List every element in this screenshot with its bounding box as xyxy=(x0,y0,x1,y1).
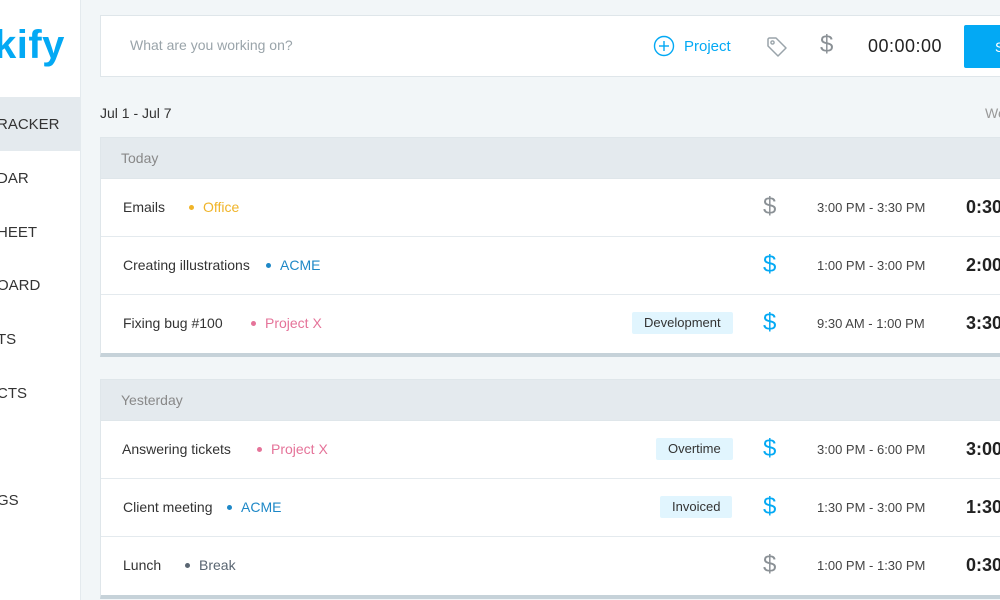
entry-time-range[interactable]: 9:30 AM - 1:00 PM xyxy=(817,316,925,331)
entry-description[interactable]: Emails xyxy=(123,199,165,215)
entry-description[interactable]: Answering tickets xyxy=(122,441,231,457)
entry-tag-badge[interactable]: Invoiced xyxy=(660,496,733,518)
time-entry-row[interactable]: Emails Office $ 3:00 PM - 3:30 PM 0:30 xyxy=(101,179,1000,237)
billable-toggle-icon[interactable]: $ xyxy=(820,31,833,59)
timer-bar: Project $ 00:00:00 S xyxy=(100,15,1000,77)
entry-project-label: ACME xyxy=(241,499,282,515)
week-range: Jul 1 - Jul 7 xyxy=(100,105,172,121)
time-entry-row[interactable]: Fixing bug #100 Project X Development $ … xyxy=(101,295,1000,353)
entry-duration[interactable]: 3:00 xyxy=(966,439,1000,460)
day-header: Yesterday xyxy=(101,380,1000,421)
entry-duration[interactable]: 2:00 xyxy=(966,255,1000,276)
timer-display: 00:00:00 xyxy=(868,36,943,56)
billable-dollar-icon[interactable]: $ xyxy=(763,309,776,337)
entry-project[interactable]: Office xyxy=(189,199,239,215)
tag-icon[interactable] xyxy=(765,35,789,64)
entry-project-label: Project X xyxy=(271,441,328,457)
project-picker-button[interactable]: Project xyxy=(653,35,731,57)
sidebar-item-label: DAR xyxy=(0,169,29,187)
entry-duration[interactable]: 0:30 xyxy=(966,555,1000,576)
sidebar: kify RACKER DAR HEET OARD TS CTS GS xyxy=(0,0,81,600)
sidebar-item-label: CTS xyxy=(0,384,27,402)
time-entry-row[interactable]: Answering tickets Project X Overtime $ 3… xyxy=(101,421,1000,479)
entry-project[interactable]: Project X xyxy=(257,441,328,457)
project-picker-label: Project xyxy=(684,37,731,55)
entry-description[interactable]: Client meeting xyxy=(123,499,213,515)
billable-dollar-icon[interactable]: $ xyxy=(763,251,776,279)
project-dot-icon xyxy=(257,446,262,452)
entry-project[interactable]: Project X xyxy=(251,315,322,331)
entry-project-label: Office xyxy=(203,199,240,215)
day-group-yesterday: Yesterday Answering tickets Project X Ov… xyxy=(100,379,1000,599)
project-dot-icon xyxy=(266,262,271,268)
sidebar-item-label: RACKER xyxy=(0,115,60,133)
billable-dollar-icon[interactable]: $ xyxy=(763,551,776,579)
entry-duration[interactable]: 3:30 xyxy=(966,313,1000,334)
project-dot-icon xyxy=(251,320,256,326)
sidebar-item-dashboard[interactable]: OARD xyxy=(0,258,80,312)
week-total-label: We xyxy=(985,105,1000,121)
billable-dollar-icon[interactable]: $ xyxy=(763,493,776,521)
entry-time-range[interactable]: 3:00 PM - 3:30 PM xyxy=(817,200,925,215)
sidebar-item-projects[interactable]: CTS xyxy=(0,366,80,420)
entry-tag-badge[interactable]: Overtime xyxy=(656,438,733,460)
sidebar-item-label: OARD xyxy=(0,276,41,294)
entry-duration[interactable]: 1:30 xyxy=(966,497,1000,518)
entry-project[interactable]: ACME xyxy=(227,499,281,515)
sidebar-item-settings[interactable]: GS xyxy=(0,473,80,527)
sidebar-item-label: HEET xyxy=(0,223,38,241)
entry-description[interactable]: Creating illustrations xyxy=(123,257,250,273)
time-entry-row[interactable]: Lunch Break $ 1:00 PM - 1:30 PM 0:30 xyxy=(101,537,1000,595)
entry-time-range[interactable]: 1:00 PM - 3:00 PM xyxy=(817,258,925,273)
project-dot-icon xyxy=(185,562,190,568)
time-entry-row[interactable]: Client meeting ACME Invoiced $ 1:30 PM -… xyxy=(101,479,1000,537)
day-group-today: Today Emails Office $ 3:00 PM - 3:30 PM … xyxy=(100,137,1000,357)
sidebar-item-label: GS xyxy=(0,491,19,509)
day-header: Today xyxy=(101,138,1000,179)
entry-time-range[interactable]: 1:30 PM - 3:00 PM xyxy=(817,500,925,515)
sidebar-item-reports[interactable]: TS xyxy=(0,312,80,366)
sidebar-item-calendar[interactable]: DAR xyxy=(0,151,80,205)
entry-project-label: Break xyxy=(199,557,236,573)
billable-dollar-icon[interactable]: $ xyxy=(763,193,776,221)
entry-tag-badge[interactable]: Development xyxy=(632,312,733,334)
billable-dollar-icon[interactable]: $ xyxy=(763,435,776,463)
entry-description[interactable]: Fixing bug #100 xyxy=(123,315,223,331)
entry-duration[interactable]: 0:30 xyxy=(966,197,1000,218)
sidebar-item-timesheet[interactable]: HEET xyxy=(0,205,80,259)
entry-project[interactable]: ACME xyxy=(266,257,320,273)
start-button[interactable]: S xyxy=(964,25,1000,68)
time-entry-row[interactable]: Creating illustrations ACME $ 1:00 PM - … xyxy=(101,237,1000,295)
plus-circle-icon xyxy=(653,35,675,57)
entry-project-label: Project X xyxy=(265,315,322,331)
description-input[interactable] xyxy=(130,37,530,53)
entry-time-range[interactable]: 1:00 PM - 1:30 PM xyxy=(817,558,925,573)
app-logo[interactable]: kify xyxy=(0,22,65,68)
sidebar-item-time-tracker[interactable]: RACKER xyxy=(0,97,80,151)
entry-description[interactable]: Lunch xyxy=(123,557,161,573)
project-dot-icon xyxy=(189,204,194,210)
sidebar-item-label: TS xyxy=(0,330,17,348)
entry-project-label: ACME xyxy=(280,257,321,273)
entry-time-range[interactable]: 3:00 PM - 6:00 PM xyxy=(817,442,925,457)
entry-project[interactable]: Break xyxy=(185,557,236,573)
project-dot-icon xyxy=(227,504,232,510)
